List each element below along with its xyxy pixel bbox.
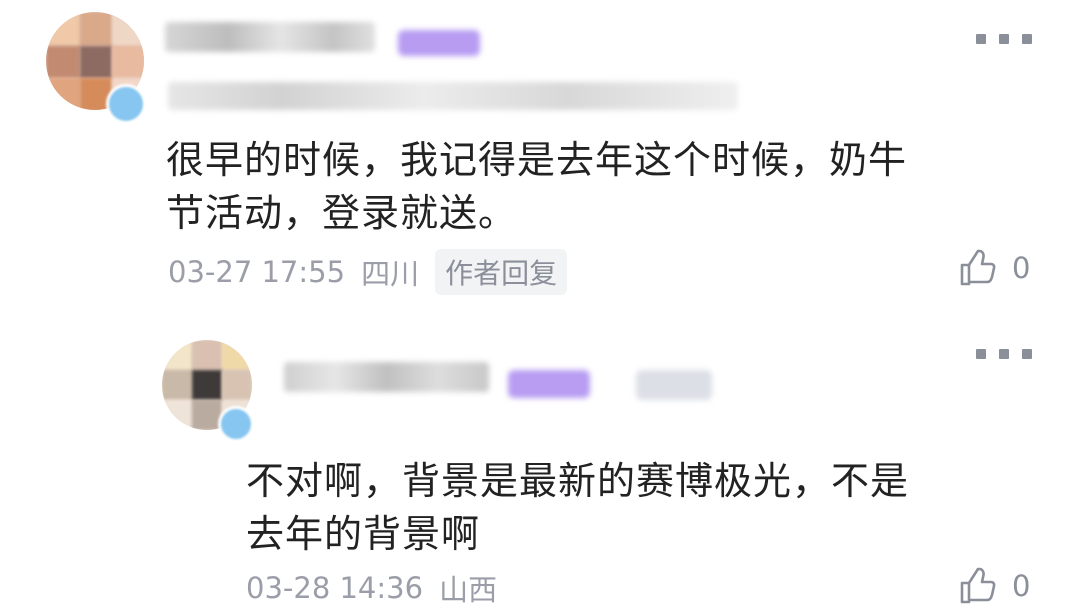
username[interactable]: [165, 22, 375, 52]
user-tag-badge: [636, 370, 712, 400]
thumbs-up-icon: [960, 249, 996, 286]
thumbs-up-icon: [960, 567, 996, 604]
like-button[interactable]: 0: [958, 248, 1030, 288]
comment-meta: 03-28 14:36 山西: [246, 567, 497, 609]
author-reply-tag: 作者回复: [435, 249, 568, 295]
comment-list: 很早的时候，我记得是去年这个时候，奶牛节活动，登录就送。 03-27 17:55…: [0, 0, 1080, 615]
more-icon[interactable]: [976, 33, 1032, 45]
comment-meta: 03-27 17:55 四川 作者回复: [168, 249, 568, 295]
like-count: 0: [1012, 251, 1031, 285]
quoted-reply: [168, 82, 738, 110]
like-count: 0: [1012, 569, 1031, 603]
user-level-badge: [508, 370, 590, 398]
verified-badge-icon: [106, 84, 146, 124]
comment-location: 山西: [439, 573, 498, 607]
comment-text: 很早的时候，我记得是去年这个时候，奶牛节活动，登录就送。: [166, 138, 908, 235]
comment-date: 03-27 17:55: [168, 255, 346, 289]
comment-text: 不对啊，背景是最新的赛博极光，不是去年的背景啊: [246, 459, 910, 556]
comment-location: 四川: [361, 257, 420, 291]
verified-badge-icon: [218, 406, 254, 442]
username[interactable]: [284, 362, 489, 392]
like-button[interactable]: 0: [958, 566, 1030, 606]
comment-date: 03-28 14:36: [246, 571, 424, 605]
more-icon[interactable]: [976, 348, 1032, 360]
user-level-badge: [398, 30, 480, 56]
